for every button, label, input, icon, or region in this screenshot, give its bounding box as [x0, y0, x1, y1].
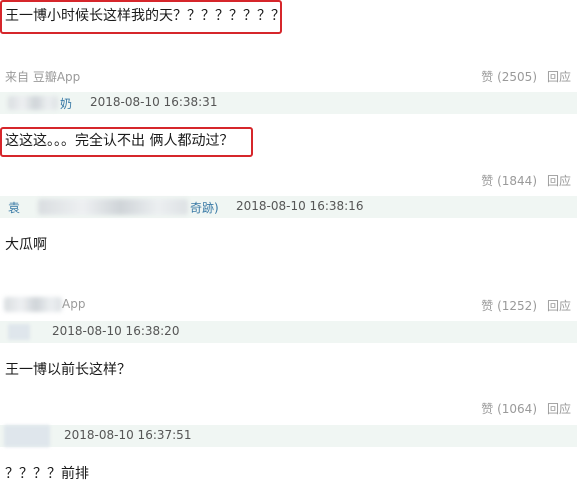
reply-button[interactable]: 回应 — [547, 172, 571, 189]
reply-button[interactable]: 回应 — [547, 68, 571, 85]
author-row: 2018-08-10 16:37:51 — [0, 425, 577, 447]
reply-button[interactable]: 回应 — [547, 400, 571, 417]
redacted-username — [8, 96, 58, 110]
comment-meta-row: 赞 (1844) 回应 — [0, 169, 577, 191]
comment-source: 来自 豆瓣App — [5, 70, 81, 84]
comment-timestamp: 2018-08-10 16:38:16 — [236, 199, 364, 213]
author-row: 袁 奇跡) 2018-08-10 16:38:16 — [0, 196, 577, 218]
author-row: 2018-08-10 16:38:20 — [0, 321, 577, 343]
avatar — [8, 324, 30, 340]
comment-timestamp: 2018-08-10 16:37:51 — [64, 428, 192, 442]
author-link[interactable]: 奶 — [60, 95, 72, 112]
author-row: 奶 2018-08-10 16:38:31 — [0, 92, 577, 114]
comment-meta-row: 来自 豆瓣App 赞 (2505) 回应 — [0, 65, 577, 87]
author-link[interactable]: 袁 — [8, 199, 20, 216]
comment-meta-row: App 赞 (1252) 回应 — [0, 294, 577, 316]
vote-button[interactable]: 赞 (1844) — [481, 172, 537, 189]
vote-button[interactable]: 赞 (1252) — [481, 297, 537, 314]
comment-text: 大瓜啊 — [5, 237, 47, 253]
avatar — [4, 425, 50, 447]
reply-button[interactable]: 回应 — [547, 297, 571, 314]
author-link-suffix[interactable]: 奇跡) — [190, 199, 219, 216]
comment-timestamp: 2018-08-10 16:38:31 — [90, 95, 218, 109]
comment-timestamp: 2018-08-10 16:38:20 — [52, 324, 180, 338]
redacted-username — [38, 199, 188, 215]
vote-button[interactable]: 赞 (1064) — [481, 400, 537, 417]
comment-text: 王一博以前长这样？ — [5, 362, 131, 378]
vote-button[interactable]: 赞 (2505) — [481, 68, 537, 85]
comment-source: App — [62, 297, 86, 311]
comment-meta-row: 赞 (1064) 回应 — [0, 397, 577, 419]
redacted-source — [4, 297, 62, 312]
comment-text: 王一博小时候长这样我的天？？？？？？？？ — [5, 8, 285, 24]
comment-text: ？？？？前排 — [5, 466, 89, 482]
comment-text: 这这这。。。完全认不出 俩人都动过？ — [5, 133, 234, 149]
